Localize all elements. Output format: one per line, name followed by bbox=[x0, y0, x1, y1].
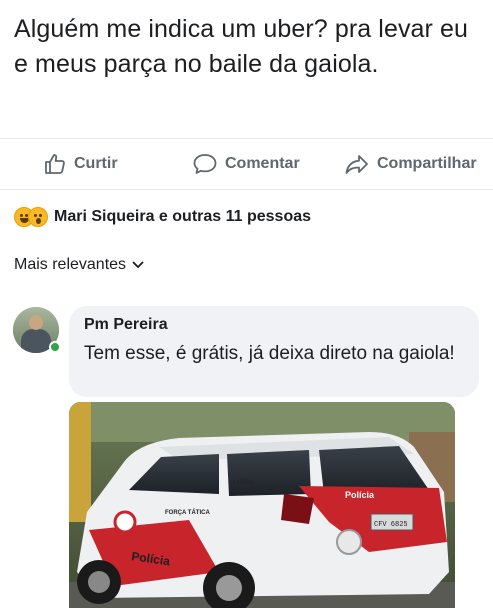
comment-photo-police-car[interactable]: Polícia FORÇA TÁTICA Polícia CFV 6825 I-… bbox=[69, 402, 455, 608]
car-side-text: FORÇA TÁTICA bbox=[165, 509, 210, 516]
comment-sort-dropdown[interactable]: Mais relevantes bbox=[14, 256, 145, 274]
car-number-text: I-19021 bbox=[233, 480, 254, 486]
chevron-down-icon bbox=[132, 261, 144, 269]
comment-bubble: Pm Pereira Tem esse, é grátis, já deixa … bbox=[69, 306, 479, 397]
reactions-text[interactable]: Mari Siqueira e outras 11 pessoas bbox=[54, 208, 311, 226]
online-status-dot bbox=[49, 341, 61, 353]
comment-label: Comentar bbox=[225, 155, 300, 172]
like-button[interactable]: Curtir bbox=[43, 151, 118, 177]
wow-emoji-icon bbox=[28, 207, 48, 227]
car-rear-text: Polícia bbox=[345, 490, 375, 500]
car-plate-text: CFV 6825 bbox=[374, 521, 408, 529]
comment-text: Tem esse, é grátis, já deixa direto na g… bbox=[84, 343, 455, 364]
post-text: Alguém me indica um uber? pra levar eu e… bbox=[14, 15, 469, 78]
post-action-bar: Curtir Comentar Compartilhar bbox=[0, 138, 493, 190]
reaction-icons bbox=[14, 207, 48, 227]
sort-label: Mais relevantes bbox=[14, 256, 127, 273]
speech-bubble-icon bbox=[193, 154, 217, 174]
comment-button[interactable]: Comentar bbox=[192, 151, 300, 177]
share-label: Compartilhar bbox=[377, 155, 477, 172]
share-arrow-icon bbox=[345, 155, 368, 174]
share-button[interactable]: Compartilhar bbox=[344, 151, 477, 177]
thumbs-up-icon bbox=[45, 154, 65, 174]
like-label: Curtir bbox=[74, 155, 118, 172]
police-car-photo: Polícia FORÇA TÁTICA Polícia CFV 6825 I-… bbox=[69, 402, 455, 608]
comment-author[interactable]: Pm Pereira bbox=[84, 316, 168, 334]
reactions-summary[interactable]: Mari Siqueira e outras 11 pessoas bbox=[14, 205, 311, 229]
